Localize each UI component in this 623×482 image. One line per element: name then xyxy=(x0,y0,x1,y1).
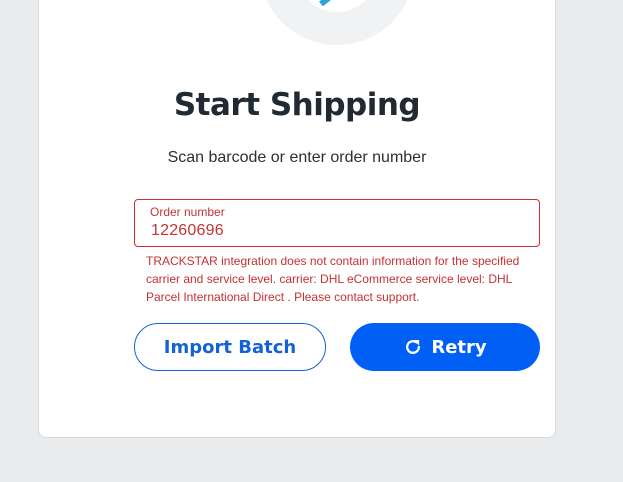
error-message: TRACKSTAR integration does not contain i… xyxy=(146,254,520,304)
order-number-field[interactable]: Order number 12260696 xyxy=(134,199,540,247)
import-batch-label: Import Batch xyxy=(163,336,297,358)
retry-label: Retry xyxy=(431,336,487,358)
order-number-input[interactable]: 12260696 xyxy=(151,222,224,240)
page-title: Start Shipping xyxy=(173,87,421,123)
import-batch-button[interactable]: Import Batch xyxy=(134,323,326,371)
refresh-icon xyxy=(406,340,421,354)
shipping-icon-badge xyxy=(259,0,415,45)
page-subtitle: Scan barcode or enter order number xyxy=(167,149,427,166)
shipping-box-icon xyxy=(292,0,382,12)
retry-button[interactable]: Retry xyxy=(350,323,540,371)
order-number-label: Order number xyxy=(150,205,225,219)
start-shipping-card: Start Shipping Scan barcode or enter ord… xyxy=(38,0,556,438)
